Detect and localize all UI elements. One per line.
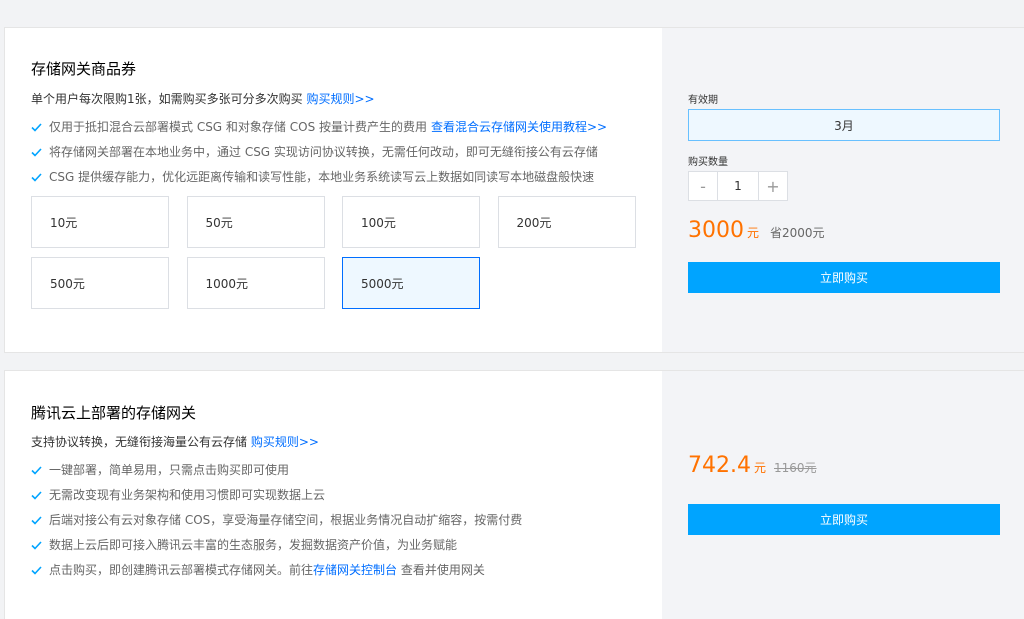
cloud-gateway-purchase-panel: 742.4 元 1160元 立即购买 — [662, 371, 1024, 619]
feature-text: 将存储网关部署在本地业务中，通过 CSG 实现访问协议转换，无需任何改动，即可无… — [49, 145, 598, 159]
feature-text: 无需改变现有业务架构和使用习惯即可实现数据上云 — [49, 488, 326, 502]
feature-text-suffix: 查看并使用网关 — [397, 563, 485, 577]
feature-text: 后端对接公有云对象存储 COS，享受海量存储空间，根据业务情况自动扩缩容，按需付… — [49, 513, 523, 527]
gateway-console-link[interactable]: 存储网关控制台 — [313, 560, 397, 580]
price-savings: 省2000元 — [770, 226, 825, 240]
quantity-label: 购买数量 — [688, 157, 728, 168]
amount-option-1000[interactable]: 1000元 — [186, 257, 325, 309]
list-item: 后端对接公有云对象存储 COS，享受海量存储空间，根据业务情况自动扩缩容，按需付… — [31, 510, 522, 535]
cloud-gateway-rules-link[interactable]: 购买规则>> — [251, 435, 319, 449]
amount-option-50[interactable]: 50元 — [186, 196, 325, 248]
quantity-stepper: - 1 + — [688, 171, 788, 201]
voucher-info: 存储网关商品券 单个用户每次限购1张，如需购买多张可分多次购买 购买规则>> 仅… — [5, 28, 662, 352]
voucher-rules-link[interactable]: 购买规则>> — [306, 92, 374, 106]
cloud-gateway-subtitle-text: 支持协议转换，无缝衔接海量公有云存储 — [31, 435, 248, 449]
check-icon — [31, 460, 44, 480]
cloud-gateway-info: 腾讯云上部署的存储网关 支持协议转换，无缝衔接海量公有云存储 购买规则>> 一键… — [5, 371, 662, 619]
cloud-gateway-subtitle: 支持协议转换，无缝衔接海量公有云存储 购买规则>> — [31, 433, 319, 450]
check-icon — [31, 117, 44, 137]
validity-option-3-months[interactable]: 3月 — [688, 109, 1000, 141]
check-icon — [31, 510, 44, 530]
feature-text: 点击购买，即创建腾讯云部署模式存储网关。前往 — [49, 563, 314, 577]
csg-tutorial-link[interactable]: 查看混合云存储网关使用教程>> — [431, 117, 607, 137]
feature-text: CSG 提供缓存能力，优化远距离传输和读写性能，本地业务系统读写云上数据如同读写… — [49, 170, 595, 184]
price-value: 3000 — [688, 218, 744, 243]
check-icon — [31, 485, 44, 505]
amount-option-500[interactable]: 500元 — [31, 257, 169, 309]
price-value: 742.4 — [688, 453, 751, 478]
voucher-subtitle-text: 单个用户每次限购1张，如需购买多张可分多次购买 — [31, 92, 303, 106]
feature-text: 仅用于抵扣混合云部署模式 CSG 和对象存储 COS 按量计费产生的费用 — [49, 120, 427, 134]
list-item: CSG 提供缓存能力，优化远距离传输和读写性能，本地业务系统读写云上数据如同读写… — [31, 167, 607, 192]
price-unit: 元 — [747, 226, 760, 240]
voucher-subtitle: 单个用户每次限购1张，如需购买多张可分多次购买 购买规则>> — [31, 90, 375, 107]
list-item: 一键部署，简单易用，只需点击购买即可使用 — [31, 460, 522, 485]
check-icon — [31, 167, 44, 187]
voucher-feature-list: 仅用于抵扣混合云部署模式 CSG 和对象存储 COS 按量计费产生的费用 查看混… — [31, 117, 607, 192]
cloud-gateway-buy-button[interactable]: 立即购买 — [688, 504, 1000, 535]
list-item: 将存储网关部署在本地业务中，通过 CSG 实现访问协议转换，无需任何改动，即可无… — [31, 142, 607, 167]
voucher-title: 存储网关商品券 — [31, 60, 137, 78]
list-item: 仅用于抵扣混合云部署模式 CSG 和对象存储 COS 按量计费产生的费用 查看混… — [31, 117, 607, 142]
list-item: 数据上云后即可接入腾讯云丰富的生态服务，发掘数据资产价值，为业务赋能 — [31, 535, 522, 560]
quantity-increase-button[interactable]: + — [758, 171, 788, 201]
voucher-buy-button[interactable]: 立即购买 — [688, 262, 1000, 293]
cloud-gateway-card: 腾讯云上部署的存储网关 支持协议转换，无缝衔接海量公有云存储 购买规则>> 一键… — [4, 370, 1024, 619]
amount-option-5000[interactable]: 5000元 — [342, 257, 480, 309]
check-icon — [31, 560, 44, 580]
voucher-purchase-panel: 有效期 3月 购买数量 - 1 + 3000 元 省2000元 立即购买 — [662, 28, 1024, 352]
original-price: 1160元 — [774, 461, 817, 475]
price-unit: 元 — [753, 461, 766, 475]
check-icon — [31, 535, 44, 555]
list-item: 点击购买，即创建腾讯云部署模式存储网关。前往 存储网关控制台 查看并使用网关 — [31, 560, 522, 585]
validity-label: 有效期 — [688, 95, 718, 106]
voucher-card: 存储网关商品券 单个用户每次限购1张，如需购买多张可分多次购买 购买规则>> 仅… — [4, 27, 1024, 353]
voucher-price: 3000 元 省2000元 — [688, 218, 825, 243]
quantity-decrease-button[interactable]: - — [688, 171, 718, 201]
list-item: 无需改变现有业务架构和使用习惯即可实现数据上云 — [31, 485, 522, 510]
amount-option-100[interactable]: 100元 — [342, 196, 480, 248]
cloud-gateway-title: 腾讯云上部署的存储网关 — [31, 404, 197, 422]
amount-option-10[interactable]: 10元 — [31, 196, 169, 248]
check-icon — [31, 142, 44, 162]
amount-option-200[interactable]: 200元 — [497, 196, 636, 248]
cloud-gateway-price: 742.4 元 1160元 — [688, 453, 817, 478]
quantity-input[interactable]: 1 — [718, 171, 758, 201]
cloud-gateway-feature-list: 一键部署，简单易用，只需点击购买即可使用 无需改变现有业务架构和使用习惯即可实现… — [31, 460, 522, 585]
feature-text: 一键部署，简单易用，只需点击购买即可使用 — [49, 463, 290, 477]
feature-text: 数据上云后即可接入腾讯云丰富的生态服务，发掘数据资产价值，为业务赋能 — [49, 538, 458, 552]
amount-options: 10元 50元 100元 200元 500元 1000元 5000元 — [31, 196, 637, 309]
